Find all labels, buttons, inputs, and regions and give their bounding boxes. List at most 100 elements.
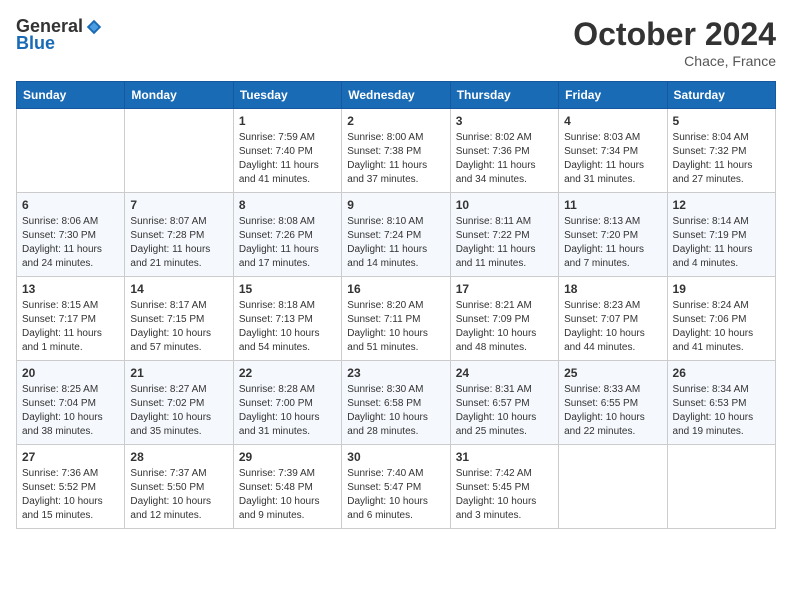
week-row-3: 13 Sunrise: 8:15 AMSunset: 7:17 PMDayligh… — [17, 277, 776, 361]
day-info: Sunrise: 7:59 AMSunset: 7:40 PMDaylight:… — [239, 131, 336, 187]
day-number: 15 — [239, 282, 336, 296]
calendar-cell: 6Sunrise: 8:06 AMSunset: 7:30 PMDaylight… — [17, 193, 125, 277]
calendar-cell: 16 Sunrise: 8:20 AMSunset: 7:11 PMDayligh… — [342, 277, 450, 361]
week-row-5: 27 Sunrise: 7:36 AMSunset: 5:52 PMDayligh… — [17, 445, 776, 529]
day-info: Sunrise: 8:06 AMSunset: 7:30 PMDaylight:… — [22, 215, 119, 271]
day-info: Sunrise: 8:00 AMSunset: 7:38 PMDaylight:… — [347, 131, 444, 187]
day-info: Sunrise: 8:13 AMSunset: 7:20 PMDaylight:… — [564, 215, 661, 271]
weekday-header-thursday: Thursday — [450, 82, 558, 109]
calendar-cell: 2 Sunrise: 8:00 AMSunset: 7:38 PMDaylight… — [342, 109, 450, 193]
weekday-header-wednesday: Wednesday — [342, 82, 450, 109]
day-number: 21 — [130, 366, 227, 380]
week-row-4: 20 Sunrise: 8:25 AMSunset: 7:04 PMDayligh… — [17, 361, 776, 445]
calendar-cell — [125, 109, 233, 193]
calendar-cell: 23 Sunrise: 8:30 AMSunset: 6:58 PMDayligh… — [342, 361, 450, 445]
day-number: 10 — [456, 198, 553, 212]
calendar-cell: 17 Sunrise: 8:21 AMSunset: 7:09 PMDayligh… — [450, 277, 558, 361]
day-number: 19 — [673, 282, 770, 296]
day-number: 4 — [564, 114, 661, 128]
calendar-cell: 14Sunrise: 8:17 AMSunset: 7:15 PMDayligh… — [125, 277, 233, 361]
day-number: 24 — [456, 366, 553, 380]
day-info: Sunrise: 8:21 AMSunset: 7:09 PMDaylight:… — [456, 299, 553, 355]
calendar-cell: 24Sunrise: 8:31 AMSunset: 6:57 PMDayligh… — [450, 361, 558, 445]
calendar-cell: 19 Sunrise: 8:24 AMSunset: 7:06 PMDayligh… — [667, 277, 775, 361]
calendar-cell: 12 Sunrise: 8:14 AMSunset: 7:19 PMDayligh… — [667, 193, 775, 277]
calendar-cell: 15 Sunrise: 8:18 AMSunset: 7:13 PMDayligh… — [233, 277, 341, 361]
calendar-cell: 10 Sunrise: 8:11 AMSunset: 7:22 PMDayligh… — [450, 193, 558, 277]
calendar-table: SundayMondayTuesdayWednesdayThursdayFrid… — [16, 81, 776, 529]
day-info: Sunrise: 8:34 AMSunset: 6:53 PMDaylight:… — [673, 383, 770, 439]
day-number: 8 — [239, 198, 336, 212]
calendar-cell: 21 Sunrise: 8:27 AMSunset: 7:02 PMDayligh… — [125, 361, 233, 445]
calendar-cell: 28 Sunrise: 7:37 AMSunset: 5:50 PMDayligh… — [125, 445, 233, 529]
day-number: 2 — [347, 114, 444, 128]
calendar-cell — [667, 445, 775, 529]
day-info: Sunrise: 8:20 AMSunset: 7:11 PMDaylight:… — [347, 299, 444, 355]
calendar-cell — [17, 109, 125, 193]
day-info: Sunrise: 8:14 AMSunset: 7:19 PMDaylight:… — [673, 215, 770, 271]
day-info: Sunrise: 8:04 AMSunset: 7:32 PMDaylight:… — [673, 131, 770, 187]
day-number: 20 — [22, 366, 119, 380]
calendar-cell: 11Sunrise: 8:13 AMSunset: 7:20 PMDayligh… — [559, 193, 667, 277]
day-number: 3 — [456, 114, 553, 128]
day-info: Sunrise: 8:10 AMSunset: 7:24 PMDaylight:… — [347, 215, 444, 271]
day-number: 25 — [564, 366, 661, 380]
weekday-header-monday: Monday — [125, 82, 233, 109]
day-info: Sunrise: 8:30 AMSunset: 6:58 PMDaylight:… — [347, 383, 444, 439]
location-label: Chace, France — [573, 53, 776, 69]
day-number: 26 — [673, 366, 770, 380]
logo-icon — [85, 18, 103, 36]
calendar-cell: 27 Sunrise: 7:36 AMSunset: 5:52 PMDayligh… — [17, 445, 125, 529]
day-number: 23 — [347, 366, 444, 380]
day-info: Sunrise: 7:36 AMSunset: 5:52 PMDaylight:… — [22, 467, 119, 523]
weekday-header-tuesday: Tuesday — [233, 82, 341, 109]
day-info: Sunrise: 8:15 AMSunset: 7:17 PMDaylight:… — [22, 299, 119, 355]
page-header: General Blue October 2024 Chace, France — [16, 16, 776, 69]
day-info: Sunrise: 7:42 AMSunset: 5:45 PMDaylight:… — [456, 467, 553, 523]
day-info: Sunrise: 8:11 AMSunset: 7:22 PMDaylight:… — [456, 215, 553, 271]
month-title: October 2024 — [573, 16, 776, 53]
calendar-cell: 4Sunrise: 8:03 AMSunset: 7:34 PMDaylight… — [559, 109, 667, 193]
day-number: 13 — [22, 282, 119, 296]
logo: General Blue — [16, 16, 103, 54]
week-row-1: 1 Sunrise: 7:59 AMSunset: 7:40 PMDaylight… — [17, 109, 776, 193]
day-number: 31 — [456, 450, 553, 464]
weekday-header-friday: Friday — [559, 82, 667, 109]
calendar-cell: 5 Sunrise: 8:04 AMSunset: 7:32 PMDaylight… — [667, 109, 775, 193]
weekday-header-row: SundayMondayTuesdayWednesdayThursdayFrid… — [17, 82, 776, 109]
day-number: 28 — [130, 450, 227, 464]
day-info: Sunrise: 8:18 AMSunset: 7:13 PMDaylight:… — [239, 299, 336, 355]
day-number: 17 — [456, 282, 553, 296]
day-number: 5 — [673, 114, 770, 128]
day-number: 1 — [239, 114, 336, 128]
title-section: October 2024 Chace, France — [573, 16, 776, 69]
calendar-cell: 25 Sunrise: 8:33 AMSunset: 6:55 PMDayligh… — [559, 361, 667, 445]
day-info: Sunrise: 8:27 AMSunset: 7:02 PMDaylight:… — [130, 383, 227, 439]
calendar-cell: 13 Sunrise: 8:15 AMSunset: 7:17 PMDayligh… — [17, 277, 125, 361]
day-info: Sunrise: 7:40 AMSunset: 5:47 PMDaylight:… — [347, 467, 444, 523]
day-number: 12 — [673, 198, 770, 212]
calendar-cell: 8 Sunrise: 8:08 AMSunset: 7:26 PMDaylight… — [233, 193, 341, 277]
day-info: Sunrise: 8:07 AMSunset: 7:28 PMDaylight:… — [130, 215, 227, 271]
day-info: Sunrise: 8:28 AMSunset: 7:00 PMDaylight:… — [239, 383, 336, 439]
day-number: 27 — [22, 450, 119, 464]
calendar-cell: 18 Sunrise: 8:23 AMSunset: 7:07 PMDayligh… — [559, 277, 667, 361]
day-number: 30 — [347, 450, 444, 464]
calendar-cell: 20 Sunrise: 8:25 AMSunset: 7:04 PMDayligh… — [17, 361, 125, 445]
day-number: 7 — [130, 198, 227, 212]
calendar-cell: 31 Sunrise: 7:42 AMSunset: 5:45 PMDayligh… — [450, 445, 558, 529]
day-number: 18 — [564, 282, 661, 296]
weekday-header-sunday: Sunday — [17, 82, 125, 109]
day-number: 9 — [347, 198, 444, 212]
calendar-cell: 22Sunrise: 8:28 AMSunset: 7:00 PMDayligh… — [233, 361, 341, 445]
day-info: Sunrise: 8:24 AMSunset: 7:06 PMDaylight:… — [673, 299, 770, 355]
day-number: 29 — [239, 450, 336, 464]
calendar-cell: 7 Sunrise: 8:07 AMSunset: 7:28 PMDaylight… — [125, 193, 233, 277]
day-info: Sunrise: 8:25 AMSunset: 7:04 PMDaylight:… — [22, 383, 119, 439]
day-info: Sunrise: 8:08 AMSunset: 7:26 PMDaylight:… — [239, 215, 336, 271]
day-info: Sunrise: 7:37 AMSunset: 5:50 PMDaylight:… — [130, 467, 227, 523]
day-info: Sunrise: 8:33 AMSunset: 6:55 PMDaylight:… — [564, 383, 661, 439]
day-info: Sunrise: 8:23 AMSunset: 7:07 PMDaylight:… — [564, 299, 661, 355]
calendar-cell: 29Sunrise: 7:39 AMSunset: 5:48 PMDayligh… — [233, 445, 341, 529]
day-number: 16 — [347, 282, 444, 296]
